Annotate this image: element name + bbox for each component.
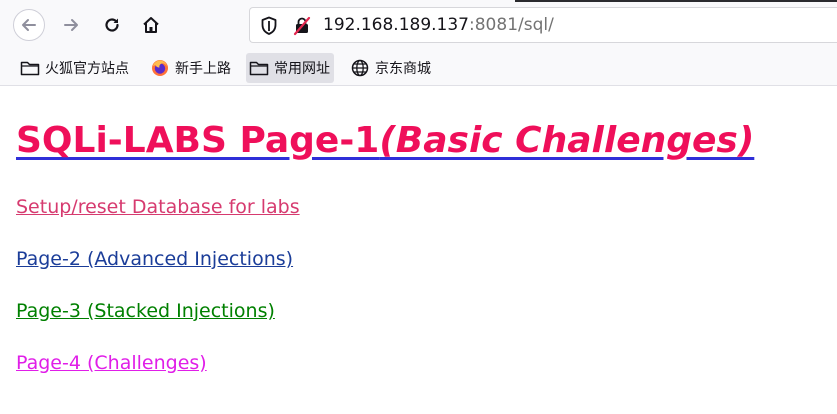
folder-icon bbox=[249, 58, 269, 78]
firefox-icon bbox=[150, 58, 170, 78]
window-edge bbox=[515, 0, 837, 2]
insecure-lock-icon[interactable] bbox=[293, 16, 311, 40]
page-title-link[interactable]: SQLi-LABS Page-1(Basic Challenges) bbox=[16, 120, 754, 161]
back-button[interactable] bbox=[13, 9, 45, 41]
url-text[interactable]: 192.168.189.137:8081/sql/ bbox=[323, 15, 554, 35]
bookmark-folder-firefox-official[interactable]: 火狐官方站点 bbox=[17, 53, 133, 83]
reload-icon bbox=[105, 18, 119, 32]
bookmark-jd-mall[interactable]: 京东商城 bbox=[347, 53, 435, 83]
bookmark-folder-common-sites[interactable]: 常用网址 bbox=[246, 53, 334, 83]
globe-icon bbox=[350, 58, 370, 78]
browser-toolbar: 192.168.189.137:8081/sql/ bbox=[0, 0, 837, 50]
bookmarks-toolbar: 火狐官方站点 新手上路 常用网址 京东商城 bbox=[0, 50, 837, 86]
page-2-link[interactable]: Page-2 (Advanced Injections) bbox=[16, 248, 293, 270]
bookmark-getting-started[interactable]: 新手上路 bbox=[147, 53, 235, 83]
page-title-main: SQLi-LABS Page-1 bbox=[16, 120, 380, 161]
home-icon bbox=[143, 17, 159, 33]
bookmark-label: 新手上路 bbox=[175, 61, 231, 77]
address-bar[interactable]: 192.168.189.137:8081/sql/ bbox=[249, 7, 837, 43]
url-path: :8081/sql/ bbox=[469, 15, 554, 35]
forward-button[interactable] bbox=[55, 9, 87, 41]
bookmark-label: 火狐官方站点 bbox=[45, 61, 129, 77]
arrow-left-icon bbox=[22, 19, 36, 31]
setup-reset-database-link[interactable]: Setup/reset Database for labs bbox=[16, 196, 300, 218]
shield-icon[interactable] bbox=[260, 16, 278, 40]
bookmark-label: 京东商城 bbox=[375, 61, 431, 77]
arrow-right-icon bbox=[64, 19, 78, 31]
page-title-sub: (Basic Challenges) bbox=[379, 120, 755, 161]
home-button[interactable] bbox=[135, 9, 167, 41]
reload-button[interactable] bbox=[96, 9, 128, 41]
folder-icon bbox=[20, 58, 40, 78]
page-3-link[interactable]: Page-3 (Stacked Injections) bbox=[16, 300, 275, 322]
page-4-link[interactable]: Page-4 (Challenges) bbox=[16, 352, 207, 374]
bookmark-label: 常用网址 bbox=[274, 61, 330, 77]
url-host: 192.168.189.137 bbox=[323, 15, 470, 35]
